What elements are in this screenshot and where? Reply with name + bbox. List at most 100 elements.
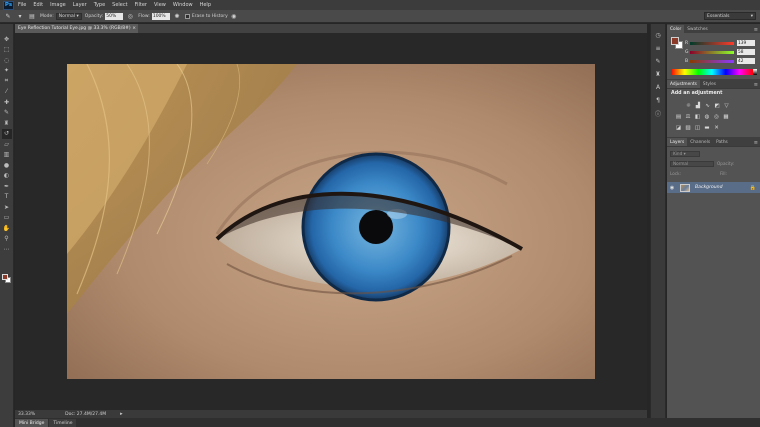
menu-layer[interactable]: Layer (73, 2, 87, 8)
blur-tool-icon[interactable]: ● (2, 160, 12, 170)
collapsed-panels-strip: ◷ ≡ ✎ ♜ A ¶ ⓘ (650, 24, 666, 418)
clone-source-icon[interactable]: ♜ (653, 69, 663, 79)
threshold-icon[interactable]: ◫ (694, 124, 701, 131)
blue-value[interactable]: 42 (737, 58, 755, 64)
invert-icon[interactable]: ◪ (675, 124, 682, 131)
clone-stamp-tool-icon[interactable]: ♜ (2, 118, 12, 128)
document-tab[interactable]: Eye Reflection Tutorial Eye.jpg @ 33.3% … (15, 24, 138, 33)
black-white-icon[interactable]: ◧ (694, 113, 701, 120)
eyedropper-tool-icon[interactable]: ⁄ (2, 87, 12, 97)
green-value[interactable]: 58 (737, 49, 755, 55)
tab-mini-bridge[interactable]: Mini Bridge (15, 419, 49, 427)
green-slider[interactable] (690, 50, 734, 54)
color-panel: R 139 G 58 B 42 (667, 33, 760, 79)
lasso-tool-icon[interactable]: ◌ (2, 55, 12, 65)
canvas-area[interactable] (15, 33, 647, 410)
hand-tool-icon[interactable]: ✋ (2, 223, 12, 233)
menu-file[interactable]: File (18, 2, 26, 8)
menu-select[interactable]: Select (112, 2, 127, 8)
dodge-tool-icon[interactable]: ◐ (2, 171, 12, 181)
flow-label: Flow: (138, 13, 150, 19)
pen-tool-icon[interactable]: ✒ (2, 181, 12, 191)
gradient-map-icon[interactable]: ▬ (704, 124, 711, 131)
selective-color-icon[interactable]: ✕ (713, 124, 720, 131)
tab-timeline[interactable]: Timeline (49, 419, 77, 427)
mode-select[interactable]: Normal ▾ (55, 12, 82, 20)
opacity-label: Opacity: (84, 13, 104, 19)
shape-tool-icon[interactable]: ▭ (2, 213, 12, 223)
vibrance-icon[interactable]: ▽ (723, 102, 730, 109)
pressure-opacity-icon[interactable]: ◎ (126, 12, 134, 20)
brush-settings-icon[interactable]: ✎ (653, 56, 663, 66)
tab-layers[interactable]: Layers (667, 138, 688, 146)
menu-view[interactable]: View (154, 2, 166, 8)
pressure-size-icon[interactable]: ◉ (230, 12, 238, 20)
blue-slider[interactable] (690, 59, 734, 63)
move-tool-icon[interactable]: ✥ (2, 34, 12, 44)
brush-panel-icon[interactable]: ▤ (28, 12, 36, 20)
posterize-icon[interactable]: ▨ (685, 124, 692, 131)
history-brush-tool-icon[interactable]: ↺ (1, 128, 12, 139)
tab-color[interactable]: Color (667, 25, 685, 33)
red-slider[interactable] (690, 41, 734, 45)
tab-styles[interactable]: Styles (700, 80, 719, 88)
levels-icon[interactable]: ▟ (695, 102, 702, 109)
layer-name[interactable]: Background (695, 185, 723, 190)
color-balance-icon[interactable]: ⚖ (685, 113, 692, 120)
close-icon[interactable]: × (132, 26, 136, 31)
photo-filter-icon[interactable]: ◍ (704, 113, 711, 120)
color-spectrum[interactable] (671, 69, 753, 75)
menu-filter[interactable]: Filter (135, 2, 147, 8)
status-menu-icon[interactable]: ▸ (120, 411, 123, 417)
gradient-tool-icon[interactable]: ▥ (2, 150, 12, 160)
eye-photo (67, 64, 595, 379)
erase-history-checkbox[interactable] (184, 13, 190, 19)
tab-channels[interactable]: Channels (687, 138, 713, 146)
curves-icon[interactable]: ∿ (704, 102, 711, 109)
layer-row[interactable]: ◉ Background 🔒 (667, 182, 760, 193)
document-image[interactable] (67, 64, 595, 379)
red-value[interactable]: 139 (737, 40, 755, 46)
paragraph-icon[interactable]: ¶ (653, 95, 663, 105)
airbrush-icon[interactable]: ✺ (173, 12, 181, 20)
hue-saturation-icon[interactable]: ▤ (675, 113, 682, 120)
tab-swatches[interactable]: Swatches (684, 25, 711, 33)
channel-mixer-icon[interactable]: ◎ (713, 113, 720, 120)
tab-paths[interactable]: Paths (713, 138, 731, 146)
foreground-color-swatch[interactable] (2, 274, 8, 280)
quick-select-tool-icon[interactable]: ✦ (2, 66, 12, 76)
path-select-tool-icon[interactable]: ➤ (2, 202, 12, 212)
info-icon[interactable]: ⓘ (653, 108, 663, 118)
color-lookup-icon[interactable]: ▦ (723, 113, 730, 120)
brush-tool-icon[interactable]: ✎ (2, 108, 12, 118)
color-spectrum-bw[interactable] (753, 69, 757, 75)
eye-icon[interactable]: ◉ (667, 185, 677, 191)
tab-adjustments[interactable]: Adjustments (667, 80, 700, 88)
menu-window[interactable]: Window (173, 2, 193, 8)
brightness-contrast-icon[interactable]: ☼ (685, 102, 692, 109)
zoom-level[interactable]: 33.33% (18, 412, 35, 417)
properties-icon[interactable]: ≡ (653, 43, 663, 53)
exposure-icon[interactable]: ◩ (714, 102, 721, 109)
menu-type[interactable]: Type (94, 2, 105, 8)
menu-help[interactable]: Help (200, 2, 211, 8)
color-panel-fg-swatch[interactable] (671, 37, 679, 45)
eraser-tool-icon[interactable]: ▱ (2, 139, 12, 149)
workspace-switcher[interactable]: Essentials ▾ (704, 12, 756, 20)
more-tools-icon[interactable]: ⋯ (2, 244, 12, 254)
marquee-tool-icon[interactable]: ⬚ (2, 45, 12, 55)
menu-image[interactable]: Image (50, 2, 66, 8)
opacity-field[interactable]: 50% (105, 12, 124, 20)
character-icon[interactable]: A (653, 82, 663, 92)
menu-edit[interactable]: Edit (33, 2, 43, 8)
brush-icon[interactable]: ✎ (4, 12, 12, 20)
layer-filter-select[interactable]: Kind ▾ (670, 150, 700, 157)
blend-mode-select[interactable]: Normal (670, 160, 714, 167)
zoom-tool-icon[interactable]: ⚲ (2, 234, 12, 244)
type-tool-icon[interactable]: T (2, 192, 12, 202)
history-icon[interactable]: ◷ (653, 30, 663, 40)
flow-field[interactable]: 100% (151, 12, 170, 20)
healing-tool-icon[interactable]: ✚ (2, 97, 12, 107)
brush-preset-icon[interactable]: ▾ (16, 12, 24, 20)
crop-tool-icon[interactable]: ⌗ (2, 76, 12, 86)
